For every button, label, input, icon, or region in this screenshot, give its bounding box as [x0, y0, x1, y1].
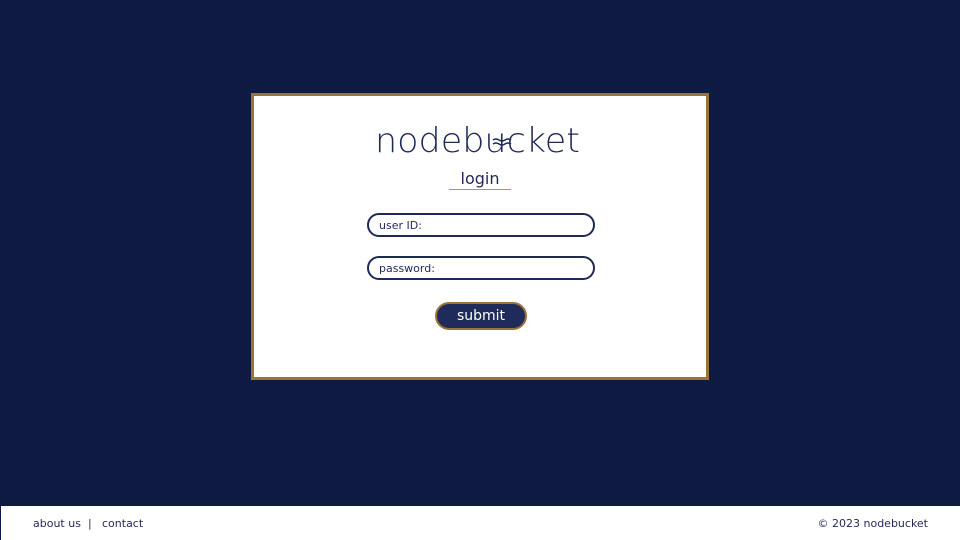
login-card: nodebucket login submit: [251, 93, 709, 380]
password-input[interactable]: [367, 256, 595, 280]
logo-text: nodebucket: [375, 122, 580, 158]
footer-separator: |: [88, 517, 92, 530]
copyright-text: © 2023 nodebucket: [817, 517, 929, 530]
login-heading: login: [254, 169, 706, 190]
contact-link[interactable]: contact: [102, 517, 143, 530]
about-us-link[interactable]: about us: [33, 517, 81, 530]
user-id-input[interactable]: [367, 213, 595, 237]
nodebucket-logo: nodebucket: [254, 122, 706, 162]
logo-svg: nodebucket: [375, 122, 580, 158]
footer: about us | contact © 2023 nodebucket: [1, 506, 960, 540]
login-heading-text: login: [448, 169, 512, 190]
submit-button[interactable]: submit: [435, 302, 527, 330]
